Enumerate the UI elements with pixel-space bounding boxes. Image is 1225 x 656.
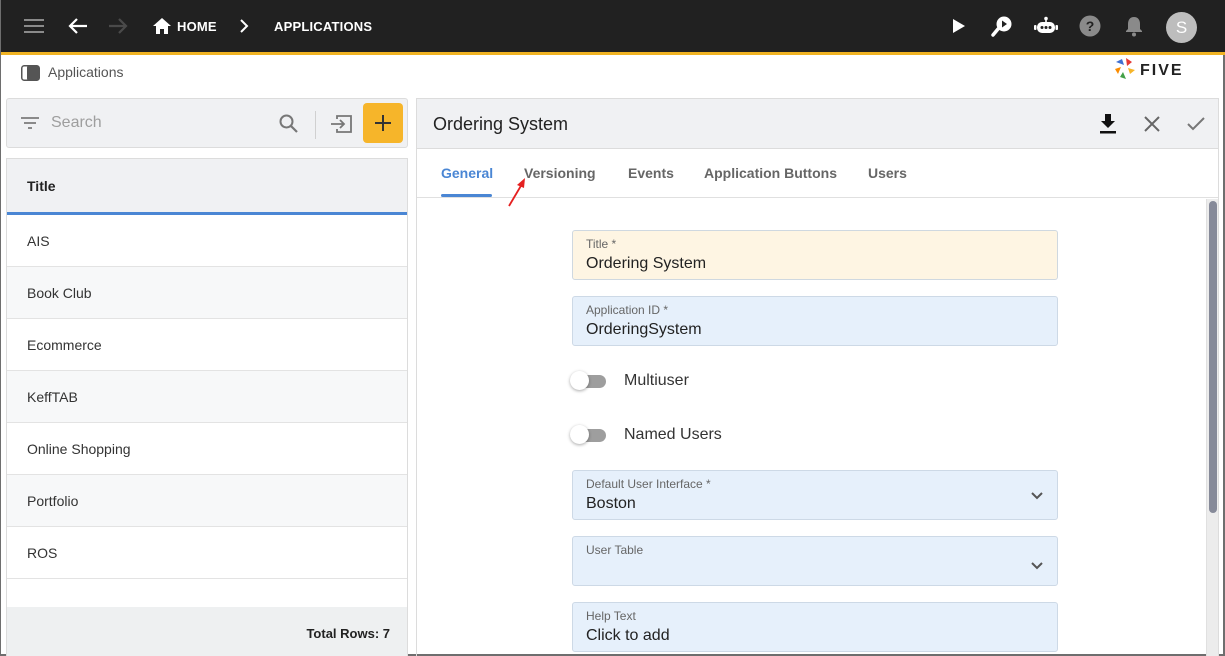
- list-item[interactable]: AIS: [7, 215, 407, 267]
- help-text-field[interactable]: Help Text Click to add: [572, 602, 1058, 652]
- home-icon[interactable]: [150, 14, 174, 38]
- list-item-label: ROS: [27, 545, 58, 561]
- active-tab-indicator: [441, 194, 492, 197]
- column-header-title: Title: [27, 178, 56, 194]
- top-navigation-bar: HOME APPLICATIONS ? S: [1, 0, 1225, 55]
- list-item-label: Portfolio: [27, 493, 79, 509]
- form-header: Ordering System: [417, 99, 1218, 149]
- import-icon[interactable]: [329, 114, 353, 139]
- chat-bot-icon[interactable]: [1034, 14, 1058, 38]
- toggle-knob: [570, 371, 589, 390]
- five-logo-icon: [1113, 57, 1137, 86]
- search-bar: Search: [6, 98, 408, 148]
- logo-text: FIVE: [1140, 62, 1184, 79]
- default-ui-label: Default User Interface *: [586, 477, 711, 491]
- close-icon[interactable]: [1140, 112, 1164, 136]
- list-item[interactable]: Book Club: [7, 267, 407, 319]
- list-item-label: Book Club: [27, 285, 92, 301]
- title-field-value: Ordering System: [586, 255, 707, 272]
- list-item-label: Ecommerce: [27, 337, 102, 353]
- application-id-value: OrderingSystem: [586, 321, 702, 338]
- user-avatar[interactable]: S: [1166, 12, 1197, 43]
- multiuser-toggle[interactable]: [570, 370, 610, 392]
- tab-versioning[interactable]: Versioning: [524, 165, 596, 181]
- application-id-label: Application ID *: [586, 303, 669, 317]
- list-column-header[interactable]: Title: [7, 159, 407, 215]
- application-form: Ordering System General Versioning Event…: [416, 98, 1219, 656]
- annotation-arrow-icon: [506, 176, 528, 213]
- chevron-right-icon: [232, 14, 256, 38]
- list-item-label: KeffTAB: [27, 389, 78, 405]
- scrollbar-thumb[interactable]: [1209, 201, 1217, 513]
- named-users-label: Named Users: [624, 426, 722, 443]
- tab-events[interactable]: Events: [628, 165, 674, 181]
- search-play-icon[interactable]: [990, 14, 1014, 38]
- list-item[interactable]: Ecommerce: [7, 319, 407, 371]
- panel-toggle-icon[interactable]: [21, 65, 40, 86]
- plus-icon: [375, 115, 391, 131]
- default-ui-value: Boston: [586, 495, 636, 512]
- menu-icon[interactable]: [22, 14, 46, 38]
- back-arrow-icon[interactable]: [66, 14, 90, 38]
- bell-icon[interactable]: [1122, 14, 1146, 38]
- chevron-down-icon[interactable]: [1031, 557, 1043, 575]
- named-users-toggle[interactable]: [570, 424, 610, 446]
- list-item-label: Online Shopping: [27, 441, 131, 457]
- filter-icon[interactable]: [21, 116, 39, 134]
- download-icon[interactable]: [1096, 112, 1120, 136]
- form-title: Ordering System: [433, 114, 569, 134]
- application-id-field[interactable]: Application ID * OrderingSystem: [572, 296, 1058, 346]
- title-field[interactable]: Title * Ordering System: [572, 230, 1058, 280]
- list-item[interactable]: Online Shopping: [7, 423, 407, 475]
- breadcrumb-applications[interactable]: APPLICATIONS: [274, 19, 372, 34]
- play-icon[interactable]: [947, 14, 971, 38]
- search-divider: [315, 111, 316, 139]
- form-tabs: General Versioning Events Application Bu…: [417, 149, 1218, 198]
- total-rows-count: Total Rows: 7: [306, 626, 390, 641]
- user-table-label: User Table: [586, 543, 644, 557]
- forward-arrow-icon[interactable]: [106, 14, 130, 38]
- add-button[interactable]: [363, 103, 403, 143]
- chevron-down-icon[interactable]: [1031, 487, 1043, 505]
- list-item[interactable]: Portfolio: [7, 475, 407, 527]
- multiuser-label: Multiuser: [624, 372, 689, 389]
- svg-text:?: ?: [1086, 18, 1095, 34]
- help-icon[interactable]: ?: [1078, 14, 1102, 38]
- search-icon[interactable]: [279, 114, 298, 138]
- search-input[interactable]: Search: [51, 114, 102, 132]
- tab-users[interactable]: Users: [868, 165, 907, 181]
- help-text-label: Help Text: [586, 609, 636, 623]
- page-title: Applications: [48, 64, 124, 80]
- page-subheader: Applications: [1, 55, 1225, 97]
- breadcrumb-home[interactable]: HOME: [177, 19, 217, 34]
- user-table-select[interactable]: User Table: [572, 536, 1058, 586]
- applications-list: Title AIS Book Club Ecommerce KeffTAB On…: [6, 158, 408, 656]
- list-item[interactable]: ROS: [7, 527, 407, 579]
- title-field-label: Title *: [586, 237, 617, 251]
- list-rows: AIS Book Club Ecommerce KeffTAB Online S…: [7, 215, 407, 579]
- check-icon[interactable]: [1184, 112, 1208, 136]
- tab-general[interactable]: General: [441, 165, 493, 181]
- list-footer: Total Rows: 7: [7, 607, 407, 656]
- tab-application-buttons[interactable]: Application Buttons: [704, 165, 837, 181]
- help-text-value: Click to add: [586, 627, 670, 644]
- default-user-interface-select[interactable]: Default User Interface * Boston: [572, 470, 1058, 520]
- list-item-label: AIS: [27, 233, 50, 249]
- form-scrollbar[interactable]: [1206, 199, 1218, 656]
- toggle-knob: [570, 425, 589, 444]
- list-item[interactable]: KeffTAB: [7, 371, 407, 423]
